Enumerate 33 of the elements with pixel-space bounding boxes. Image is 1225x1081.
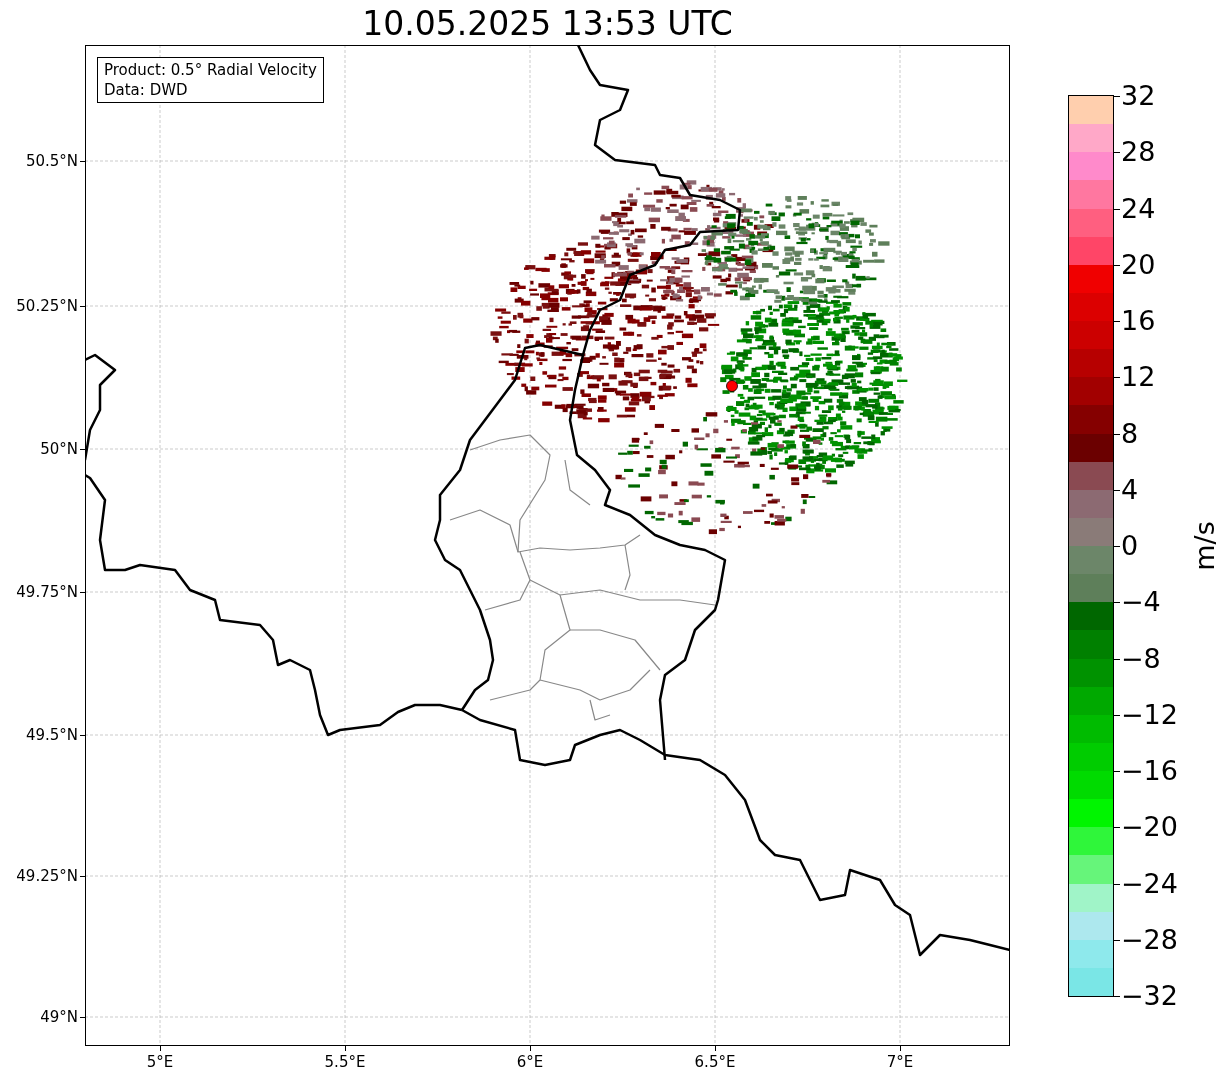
tick-label: −8 [1121,642,1161,675]
tick-label: 0 [1121,530,1139,562]
tick-label: 50.25°N [15,296,78,316]
tick-label: 20 [1121,248,1156,281]
tick-label: 5.5°E [323,1052,367,1073]
tick-label: −20 [1121,811,1178,844]
tick-label: 49°N [39,1007,78,1027]
legend-text: Data: DWD [104,80,189,100]
tick-label: 49.75°N [15,582,78,602]
tick-label: −24 [1121,867,1178,900]
tick-label: 6.5°E [693,1052,737,1073]
tick-label: −32 [1121,980,1178,1012]
tick-label: −16 [1121,755,1178,787]
tick-label: 8 [1121,417,1139,450]
tick-label: 50.5°N [24,151,78,171]
tick-label: −28 [1121,923,1178,956]
tick-label: 4 [1121,473,1139,506]
tick-label: 6°E [515,1052,545,1073]
tick-label: 49.25°N [15,866,78,886]
tick-label: 16 [1121,305,1156,337]
legend-text: Product: 0.5° Radial Velocity [104,60,317,80]
tick-label: 50°N [39,439,78,459]
tick-label: −12 [1121,698,1178,731]
tick-label: −4 [1121,586,1161,619]
tick-label: 12 [1121,361,1156,394]
tick-label: 28 [1121,136,1156,169]
tick-label: 49.5°N [24,725,78,745]
tick-label: 7°E [885,1052,915,1073]
tick-label: 24 [1121,192,1156,225]
colorbar-label: m/s [1188,521,1221,571]
tick-label: 32 [1121,80,1156,112]
tick-label: 5°E [145,1052,175,1073]
chart-title: 10.05.2025 13:53 UTC [361,4,734,44]
